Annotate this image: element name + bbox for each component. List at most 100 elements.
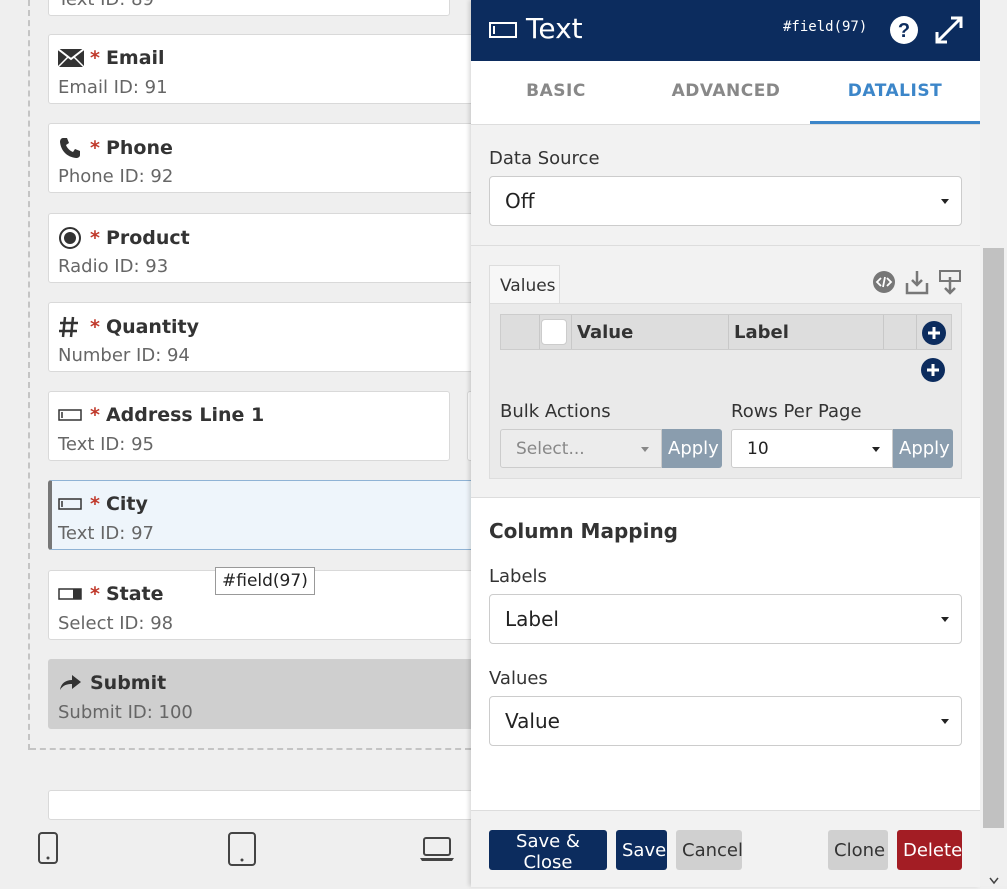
field-card-email[interactable]: * Email Email ID: 91 bbox=[48, 34, 471, 104]
select-all-checkbox[interactable] bbox=[541, 319, 567, 345]
cancel-button[interactable]: Cancel bbox=[676, 830, 743, 870]
arrow-right-icon bbox=[58, 674, 84, 692]
field-card-sub: Email ID: 91 bbox=[58, 77, 168, 98]
field-card-quantity[interactable]: * Quantity Number ID: 94 bbox=[48, 302, 471, 372]
panel-field-id: #field(97) bbox=[783, 19, 868, 35]
field-card-sub: Select ID: 98 bbox=[58, 613, 174, 634]
field-card-phone[interactable]: * Phone Phone ID: 92 bbox=[48, 123, 471, 193]
laptop-icon[interactable] bbox=[420, 836, 454, 866]
required-mark: * bbox=[90, 493, 100, 515]
delete-button[interactable]: Delete bbox=[897, 830, 962, 870]
column-header-label[interactable]: Label bbox=[734, 322, 789, 343]
field-card-sub: Submit ID: 100 bbox=[58, 702, 193, 723]
caret-down-icon bbox=[872, 446, 880, 452]
expand-icon[interactable] bbox=[934, 15, 964, 49]
text-field-icon bbox=[58, 409, 84, 421]
phone-icon bbox=[58, 136, 84, 160]
canvas-border bbox=[28, 0, 30, 750]
active-tab-indicator bbox=[810, 121, 980, 124]
field-card-label: City bbox=[105, 493, 148, 515]
canvas-border bbox=[30, 748, 471, 750]
panel-header: Text #field(97) ? bbox=[471, 0, 980, 61]
required-mark: * bbox=[90, 47, 100, 69]
values-select[interactable]: Value bbox=[489, 696, 962, 746]
rows-per-page-label: Rows Per Page bbox=[731, 401, 862, 422]
field-tooltip: #field(97) bbox=[215, 567, 315, 595]
add-row-icon[interactable] bbox=[920, 357, 946, 387]
form-canvas: Text ID: 89 * Email Email ID: 91 * Phone… bbox=[0, 0, 471, 886]
field-card-label: Phone bbox=[105, 137, 173, 159]
field-card-label: Quantity bbox=[105, 316, 200, 338]
field-card-sub: Radio ID: 93 bbox=[58, 256, 169, 277]
caret-down-icon bbox=[641, 446, 649, 452]
import-icon[interactable] bbox=[905, 269, 929, 299]
labels-select[interactable]: Label bbox=[489, 594, 962, 644]
field-card-sub: Text ID: 97 bbox=[58, 523, 154, 544]
field-card-sub: Text ID: 95 bbox=[58, 434, 154, 455]
rows-apply-button[interactable]: Apply bbox=[893, 429, 953, 468]
required-mark: * bbox=[90, 227, 100, 249]
values-value: Value bbox=[505, 709, 560, 733]
required-mark: * bbox=[90, 404, 100, 426]
column-header-value[interactable]: Value bbox=[577, 322, 633, 343]
panel-tabs: BASIC ADVANCED DATALIST bbox=[471, 61, 980, 125]
required-mark: * bbox=[90, 583, 100, 605]
field-card-sub: Phone ID: 92 bbox=[58, 166, 174, 187]
hash-icon bbox=[58, 315, 84, 339]
data-source-section: Data Source Off bbox=[471, 125, 980, 246]
clone-button[interactable]: Clone bbox=[828, 830, 888, 870]
caret-down-icon bbox=[941, 719, 949, 724]
export-icon[interactable] bbox=[938, 269, 962, 299]
panel-title: Text bbox=[526, 12, 583, 45]
scrollbar-thumb[interactable] bbox=[983, 248, 1004, 828]
values-tab[interactable]: Values bbox=[489, 265, 560, 303]
text-field-icon bbox=[58, 498, 84, 510]
help-icon[interactable]: ? bbox=[889, 15, 919, 49]
tab-basic[interactable]: BASIC bbox=[471, 81, 641, 101]
code-icon[interactable] bbox=[872, 270, 896, 298]
rows-per-page-select[interactable]: 10 bbox=[731, 429, 893, 468]
field-card-label: Email bbox=[105, 47, 165, 69]
save-button[interactable]: Save bbox=[616, 830, 667, 870]
device-preview-bar bbox=[0, 820, 471, 880]
radio-icon bbox=[58, 226, 84, 250]
tablet-icon[interactable] bbox=[228, 832, 256, 870]
bulk-apply-button[interactable]: Apply bbox=[662, 429, 722, 468]
field-card-partial[interactable] bbox=[48, 790, 471, 820]
labels-value: Label bbox=[505, 607, 559, 631]
field-settings-panel: Text #field(97) ? BASIC ADVANCED DATALIS… bbox=[471, 0, 980, 887]
field-card-text-89[interactable]: Text ID: 89 bbox=[48, 0, 450, 16]
column-mapping-title: Column Mapping bbox=[489, 519, 678, 543]
data-source-select[interactable]: Off bbox=[489, 176, 962, 226]
field-card-submit[interactable]: Submit Submit ID: 100 bbox=[48, 659, 471, 729]
add-column-icon[interactable] bbox=[921, 320, 947, 351]
field-card-label: Address Line 1 bbox=[105, 404, 265, 426]
field-card-label: Submit bbox=[90, 672, 167, 694]
values-grid-header: Value Label bbox=[500, 314, 952, 350]
scrollbar[interactable] bbox=[980, 0, 1007, 886]
field-card-sub: Number ID: 94 bbox=[58, 345, 190, 366]
labels-label: Labels bbox=[489, 566, 547, 587]
save-and-close-button[interactable]: Save & Close bbox=[489, 830, 607, 873]
bulk-actions-select[interactable]: Select... bbox=[500, 429, 662, 468]
data-source-value: Off bbox=[505, 189, 535, 213]
field-card-sub: Text ID: 89 bbox=[58, 0, 154, 10]
panel-footer: Save & Close Save Cancel Clone Delete bbox=[471, 810, 980, 887]
text-field-icon bbox=[489, 22, 517, 42]
required-mark: * bbox=[90, 137, 100, 159]
required-mark: * bbox=[90, 316, 100, 338]
tab-datalist[interactable]: DATALIST bbox=[810, 81, 980, 101]
phone-icon[interactable] bbox=[38, 832, 58, 868]
svg-text:?: ? bbox=[898, 20, 910, 42]
caret-down-icon bbox=[941, 617, 949, 622]
field-card-product[interactable]: * Product Radio ID: 93 bbox=[48, 213, 471, 283]
bulk-actions-label: Bulk Actions bbox=[500, 401, 611, 422]
values-section: Values Value Label Bulk Actions Select..… bbox=[471, 246, 980, 498]
field-card-label: Product bbox=[105, 227, 190, 249]
rows-per-page-value: 10 bbox=[747, 438, 769, 459]
field-card-address-line-1[interactable]: * Address Line 1 Text ID: 95 bbox=[48, 391, 450, 461]
tab-advanced[interactable]: ADVANCED bbox=[641, 81, 811, 101]
scroll-down-icon[interactable] bbox=[989, 870, 999, 889]
values-grid-panel: Value Label Bulk Actions Select... Apply… bbox=[489, 303, 962, 479]
field-card-city[interactable]: * City Text ID: 97 bbox=[48, 480, 471, 550]
